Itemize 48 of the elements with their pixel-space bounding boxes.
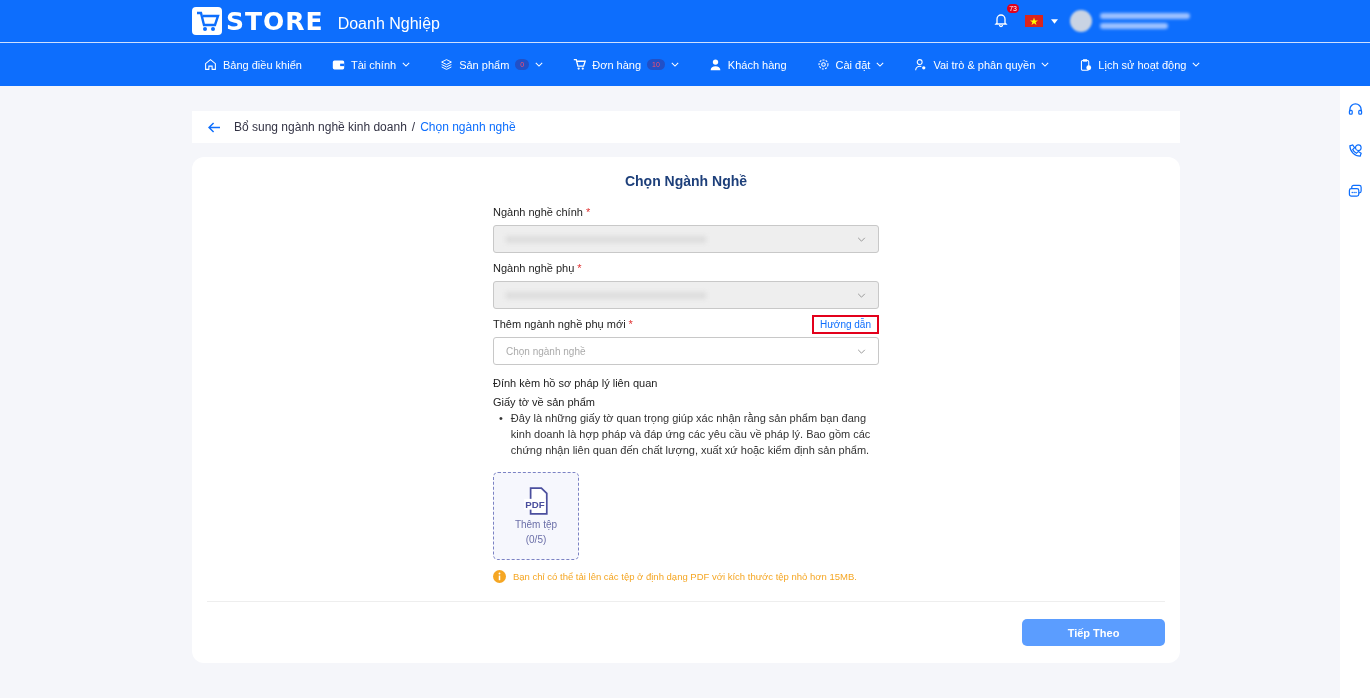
- gear-icon: [816, 58, 830, 71]
- bullet-marker: •: [499, 411, 503, 426]
- chat-icon[interactable]: [1347, 184, 1363, 199]
- required-mark: *: [585, 206, 591, 218]
- user-icon: [708, 58, 722, 71]
- nav-item[interactable]: Cài đặt: [816, 58, 885, 71]
- select-field[interactable]: Chọn ngành nghề: [493, 337, 879, 365]
- breadcrumb-link[interactable]: Bổ sung ngành nghề kinh doanh: [234, 120, 407, 134]
- required-mark: *: [577, 262, 582, 274]
- field-label: Thêm ngành nghề phụ mới: [493, 318, 626, 330]
- form-title: Chọn Ngành Nghề: [623, 173, 749, 189]
- required-mark: *: [628, 318, 633, 330]
- app-subtitle: Doanh Nghiệp: [337, 15, 440, 33]
- info-icon: [493, 570, 506, 583]
- nav-item[interactable]: Tài chính: [331, 58, 411, 71]
- field-label: Ngành nghề chính: [493, 206, 583, 218]
- chevron-down-icon: [857, 236, 866, 242]
- logo-icon: [192, 7, 222, 35]
- nav-item[interactable]: Bảng điều khiển: [204, 58, 302, 71]
- flag-icon[interactable]: [1025, 15, 1043, 27]
- nav-item[interactable]: Lịch sử hoạt động: [1079, 58, 1201, 71]
- chevron-down-icon: [857, 348, 866, 354]
- wallet-icon: [331, 58, 345, 71]
- clipboard-icon: [1079, 58, 1093, 71]
- redacted-phone: [1100, 23, 1168, 29]
- chevron-down-icon: [857, 292, 866, 298]
- layers-icon: [440, 58, 454, 71]
- nav-item[interactable]: Khách hàng: [708, 58, 787, 71]
- guide-link[interactable]: Hướng dẫn: [811, 314, 879, 334]
- field-label: Ngành nghề phụ: [493, 262, 575, 274]
- user-gear-icon: [914, 58, 928, 71]
- description-text: Đây là những giấy tờ quan trọng giúp xác nhận rằng sản phẩm bạn đang kinh doanh là hợp pháp và đáp ứng các yêu cầu về pháp lý. Bao gồm các chứng nhận liên quan đến chất lượng, xuất xứ hoặc kiểm định sản phẩm.: [510, 411, 872, 458]
- headset-icon[interactable]: [1347, 102, 1363, 117]
- section-subheading: Giấy tờ về sản phẩm: [493, 396, 596, 408]
- upload-button[interactable]: PDF Thêm tệp (0/5): [493, 472, 579, 560]
- section-heading: Đính kèm hồ sơ pháp lý liên quan: [493, 377, 659, 389]
- phone-icon[interactable]: [1347, 143, 1363, 158]
- avatar[interactable]: [1070, 10, 1092, 32]
- upload-note: Bạn chỉ có thể tải lên các tệp ở định dạng PDF với kích thước tệp nhỏ hơn 15MB.: [513, 571, 857, 582]
- breadcrumb-current: Chọn ngành nghề: [420, 120, 516, 134]
- caret-icon[interactable]: [1051, 18, 1058, 24]
- bell-icon[interactable]: [993, 12, 1009, 28]
- back-arrow-icon[interactable]: [208, 121, 221, 133]
- logo-text: STORE: [226, 6, 324, 36]
- breadcrumb-separator: /: [411, 120, 416, 134]
- home-icon: [204, 58, 217, 71]
- cart-icon: [573, 58, 587, 71]
- nav-item[interactable]: Vai trò & phân quyền: [914, 58, 1050, 71]
